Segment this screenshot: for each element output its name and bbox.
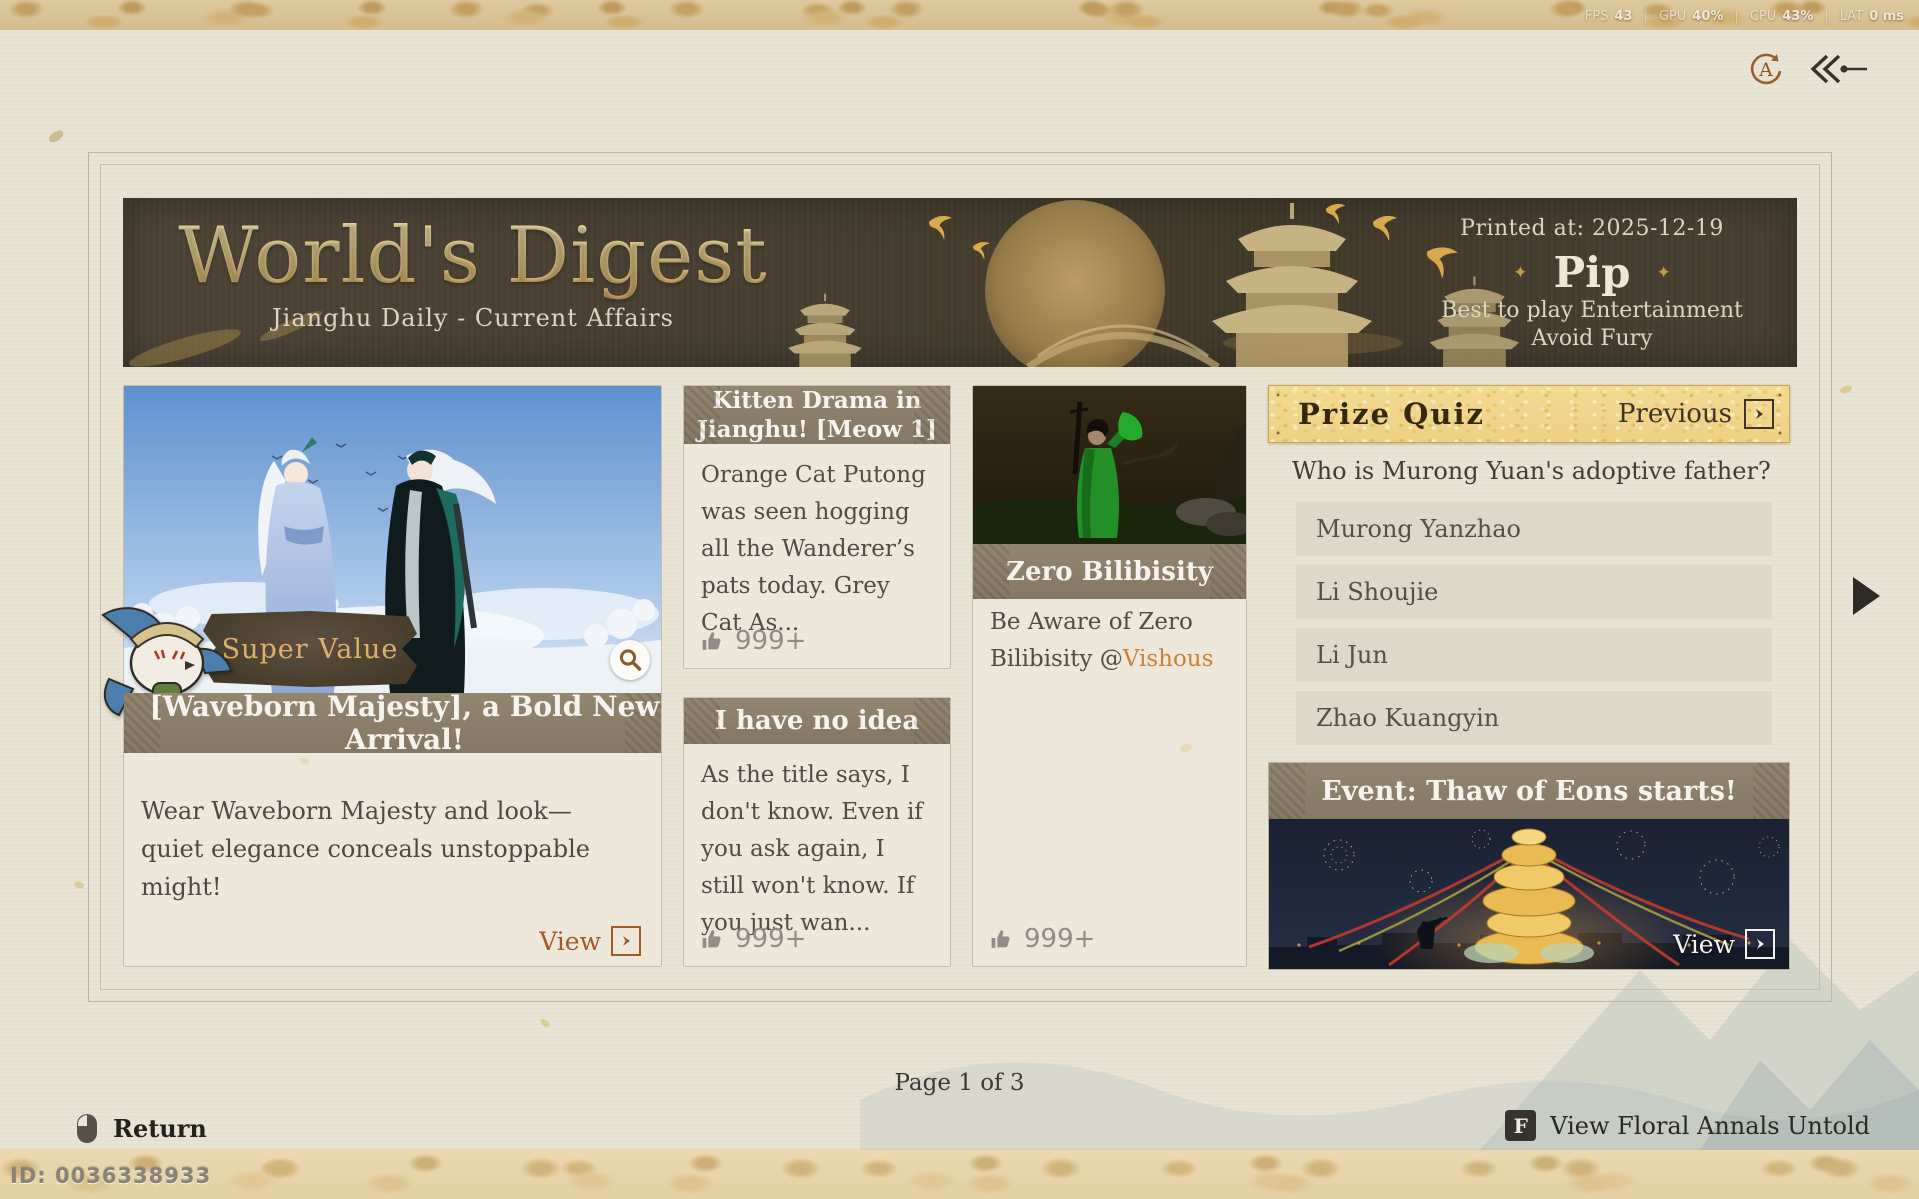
like-count: 999+ — [735, 924, 806, 954]
previous-label: Previous — [1618, 399, 1732, 429]
post-title: Kitten Drama in Jianghu! [Meow 1] — [684, 386, 950, 444]
view-label: View — [1673, 930, 1735, 959]
arrow-right-boxed-icon — [611, 926, 641, 956]
post-card-zero-bilibisity[interactable]: Zero Bilibisity Be Aware of Zero Bilibis… — [972, 385, 1247, 967]
auto-play-button[interactable]: A — [1747, 50, 1785, 92]
fps-label: FPS — [1585, 9, 1609, 24]
performance-stats: FPS 43 | GPU 40% | CPU 43% | LAT 0 ms — [1585, 9, 1904, 24]
ornament-left: ✦ — [1513, 263, 1527, 283]
prize-quiz-panel: Prize Quiz Previous Who is Murong Yuan's… — [1268, 385, 1790, 755]
masthead-edition-block: Printed at: 2025-12-19 ✦ Pip ✦ Best to p… — [1379, 216, 1797, 353]
floral-annals-hotkey[interactable]: F View Floral Annals Untold — [1505, 1110, 1870, 1141]
collapse-ui-button[interactable] — [1807, 52, 1871, 90]
quiz-option-4[interactable]: Zhao Kuangyin — [1296, 691, 1772, 745]
svg-text:A: A — [1758, 59, 1773, 81]
post-title-bar: Zero Bilibisity — [973, 544, 1246, 599]
mouse-icon — [76, 1113, 98, 1144]
previous-question-button[interactable]: Previous — [1618, 399, 1774, 429]
gold-fleck — [73, 880, 84, 889]
separator: | — [1824, 9, 1828, 24]
featured-view-button[interactable]: View — [539, 926, 641, 956]
masthead-banner: World's Digest Jianghu Daily - Current A… — [123, 198, 1797, 367]
top-right-controls: A — [1747, 50, 1871, 92]
post-body: Be Aware of Zero Bilibisity @Vishous — [973, 604, 1246, 678]
quiz-options: Murong Yanzhao Li Shoujie Li Jun Zhao Ku… — [1268, 502, 1790, 745]
ornament-right: ✦ — [1656, 263, 1670, 283]
post-image — [973, 386, 1246, 544]
page-indicator: Page 1 of 3 — [0, 1070, 1919, 1096]
edition-name: Pip — [1554, 248, 1631, 297]
edition-name-row: ✦ Pip ✦ — [1379, 248, 1797, 297]
post-title-bar: I have no idea — [684, 698, 950, 744]
arrow-right-boxed-icon — [1744, 399, 1774, 429]
post-title: I have no idea — [715, 706, 919, 736]
post-body: Orange Cat Putong was seen hogging all t… — [684, 444, 950, 642]
masthead-subtitle: Jianghu Daily - Current Affairs — [153, 304, 793, 332]
event-card[interactable]: Event: Thaw of Eons starts! — [1268, 762, 1790, 970]
worlds-digest-screen: FPS 43 | GPU 40% | CPU 43% | LAT 0 ms A — [0, 0, 1919, 1199]
lat-label: LAT — [1840, 9, 1863, 24]
separator: | — [1734, 9, 1738, 24]
like-counter: 999+ — [700, 924, 806, 954]
hotkey-action-label: View Floral Annals Untold — [1550, 1112, 1870, 1140]
page-title: World's Digest — [153, 210, 793, 302]
thumbs-up-icon — [700, 927, 725, 952]
featured-article-description: Wear Waveborn Majesty and look—quiet ele… — [141, 792, 621, 906]
advice-line-2: Avoid Fury — [1379, 325, 1797, 353]
view-label: View — [539, 927, 601, 956]
double-chevron-left-icon — [1807, 52, 1871, 86]
gpu-value: 40% — [1692, 9, 1723, 24]
like-counter: 999+ — [989, 924, 1095, 954]
post-title: Zero Bilibisity — [1006, 557, 1213, 587]
post-card-kitten-drama[interactable]: Kitten Drama in Jianghu! [Meow 1] Orange… — [683, 385, 951, 669]
next-page-arrow[interactable] — [1853, 577, 1880, 615]
event-title: Event: Thaw of Eons starts! — [1321, 776, 1737, 807]
printed-date: Printed at: 2025-12-19 — [1379, 216, 1797, 241]
arrow-right-boxed-icon — [1745, 929, 1775, 959]
event-title-bar: Event: Thaw of Eons starts! — [1269, 763, 1789, 819]
featured-article-title: [Waveborn Majesty], a Bold New Arrival! — [124, 693, 661, 753]
player-id: ID: 0036338933 — [10, 1164, 211, 1188]
thumbs-up-icon — [989, 927, 1014, 952]
lat-value: 0 ms — [1869, 9, 1904, 24]
event-view-button[interactable]: View — [1673, 929, 1775, 959]
f-keycap: F — [1505, 1110, 1536, 1141]
quiz-option-1[interactable]: Murong Yanzhao — [1296, 502, 1772, 556]
featured-article-title-bar: [Waveborn Majesty], a Bold New Arrival! — [124, 693, 661, 753]
quiz-option-3[interactable]: Li Jun — [1296, 628, 1772, 682]
post-body: As the title says, I don't know. Even if… — [684, 744, 950, 942]
magnifier-icon — [617, 647, 643, 673]
gpu-label: GPU — [1659, 9, 1686, 24]
prize-quiz-title: Prize Quiz — [1298, 397, 1485, 431]
gold-border-bottom — [0, 1148, 1919, 1199]
quiz-question: Who is Murong Yuan's adoptive father? — [1268, 457, 1790, 485]
gold-fleck — [47, 129, 65, 144]
prize-quiz-header: Prize Quiz Previous — [1268, 385, 1790, 443]
gold-fleck — [539, 1017, 550, 1028]
cpu-value: 43% — [1782, 9, 1813, 24]
mention-link[interactable]: Vishous — [1123, 646, 1214, 672]
fps-value: 43 — [1614, 9, 1632, 24]
separator: | — [1643, 9, 1647, 24]
thumbs-up-icon — [700, 629, 725, 654]
gold-fleck — [1839, 385, 1852, 394]
cpu-label: CPU — [1750, 9, 1776, 24]
post-card-no-idea[interactable]: I have no idea As the title says, I don'… — [683, 697, 951, 967]
featured-article-card[interactable]: Super Value [Waveborn Majesty], a Bold N… — [123, 385, 662, 967]
advice-line-1: Best to play Entertainment — [1379, 297, 1797, 325]
masthead-title-block: World's Digest Jianghu Daily - Current A… — [153, 210, 793, 332]
auto-circle-icon: A — [1747, 50, 1785, 88]
like-counter: 999+ — [700, 626, 806, 656]
magnifier-button[interactable] — [610, 640, 650, 680]
return-button[interactable]: Return — [76, 1113, 207, 1144]
like-count: 999+ — [1024, 924, 1095, 954]
return-label: Return — [113, 1114, 207, 1143]
like-count: 999+ — [735, 626, 806, 656]
post-title-bar: Kitten Drama in Jianghu! [Meow 1] — [684, 386, 950, 444]
quiz-option-2[interactable]: Li Shoujie — [1296, 565, 1772, 619]
super-value-label: Super Value — [222, 634, 399, 665]
